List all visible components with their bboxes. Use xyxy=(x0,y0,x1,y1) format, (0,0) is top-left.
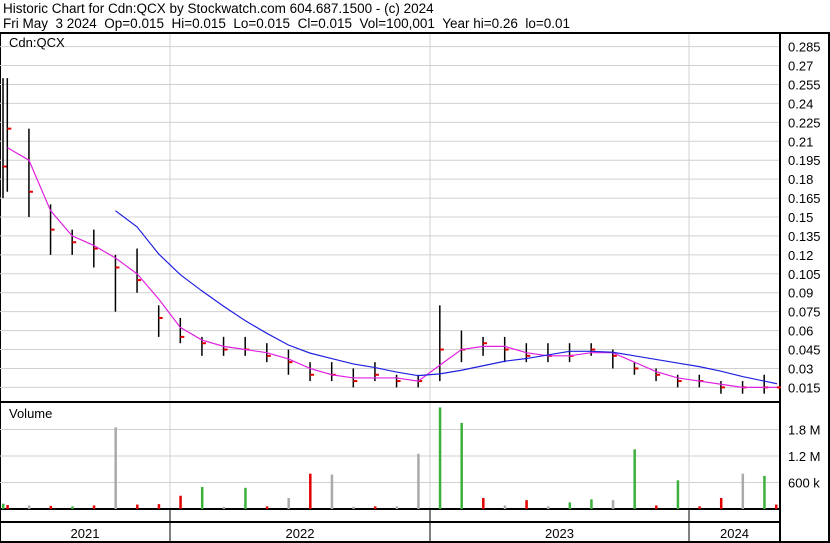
price-tick-label: 0.18 xyxy=(788,172,813,187)
price-tick-label: 0.045 xyxy=(788,343,821,358)
volume-bar xyxy=(633,449,636,509)
volume-bar xyxy=(352,506,355,509)
volume-bar xyxy=(741,473,745,509)
volume-bar xyxy=(775,504,778,509)
volume-bar xyxy=(244,487,247,509)
volume-bar xyxy=(136,504,139,509)
stock-chart: Historic Chart for Cdn:QCX by Stockwatch… xyxy=(0,0,830,543)
volume-panel-label: Volume xyxy=(9,406,52,421)
volume-tick-label: 1.8 M xyxy=(788,423,821,438)
volume-bar xyxy=(309,473,312,509)
price-tick-label: 0.12 xyxy=(788,248,813,263)
volume-bar xyxy=(417,453,420,509)
volume-bar xyxy=(179,495,182,509)
long-moving-average-line xyxy=(115,210,778,385)
price-tick-label: 0.21 xyxy=(788,134,813,149)
volume-bar xyxy=(611,500,615,509)
volume-bar xyxy=(590,499,593,509)
chart-canvas: 0.285 0.27 0.255 0.24 0.225 0.21 0.195 0.18 0.16… xyxy=(0,32,830,543)
volume-bar xyxy=(265,506,269,509)
volume-bar xyxy=(200,486,204,509)
volume-bar xyxy=(6,505,9,509)
volume-tick-label: 600 k xyxy=(788,476,820,491)
volume-bar xyxy=(92,505,96,509)
volume-bar xyxy=(395,506,399,509)
price-tick-label: 0.225 xyxy=(788,115,821,130)
price-tick-label: 0.015 xyxy=(788,380,821,395)
volume-tick-label: 1.2 M xyxy=(788,449,821,464)
volume-bar xyxy=(525,500,528,509)
volume-bar xyxy=(157,504,161,509)
volume-bar xyxy=(719,497,723,509)
price-tick-label: 0.24 xyxy=(788,96,813,111)
volume-bar xyxy=(49,505,53,509)
price-tick-label: 0.06 xyxy=(788,324,813,339)
volume-bar xyxy=(330,474,334,509)
volume-bar xyxy=(114,427,117,509)
volume-bar xyxy=(287,497,290,509)
price-tick-label: 0.27 xyxy=(788,59,813,74)
volume-bar xyxy=(438,407,442,509)
volume-bar xyxy=(2,503,5,509)
price-tick-label: 0.285 xyxy=(788,40,821,55)
price-tick-label: 0.075 xyxy=(788,305,821,320)
year-label: 2021 xyxy=(71,526,100,541)
price-tick-label: 0.255 xyxy=(788,77,821,92)
volume-bar xyxy=(27,505,31,509)
year-label: 2022 xyxy=(286,526,315,541)
price-tick-label: 0.105 xyxy=(788,267,821,282)
price-tick-label: 0.09 xyxy=(788,286,813,301)
price-tick-label: 0.195 xyxy=(788,153,821,168)
volume-bar xyxy=(655,505,658,509)
volume-bar xyxy=(373,506,377,509)
price-tick-label: 0.135 xyxy=(788,229,821,244)
volume-bar xyxy=(698,506,701,509)
volume-bar xyxy=(222,506,226,509)
volume-bar xyxy=(71,506,74,509)
chart-border xyxy=(0,32,830,543)
volume-bar xyxy=(460,422,463,509)
year-label: 2024 xyxy=(720,526,749,541)
price-tick-label: 0.03 xyxy=(788,361,813,376)
volume-bar xyxy=(503,505,507,509)
short-moving-average-line xyxy=(7,147,777,388)
price-tick-label: 0.15 xyxy=(788,210,813,225)
volume-bar xyxy=(676,480,680,509)
volume-bar xyxy=(763,475,766,509)
volume-bar xyxy=(482,497,485,509)
volume-bar xyxy=(546,506,550,509)
year-label: 2023 xyxy=(545,526,574,541)
price-panel-label: Cdn:QCX xyxy=(9,35,65,50)
volume-bar xyxy=(568,502,572,509)
price-tick-label: 0.165 xyxy=(788,191,821,206)
